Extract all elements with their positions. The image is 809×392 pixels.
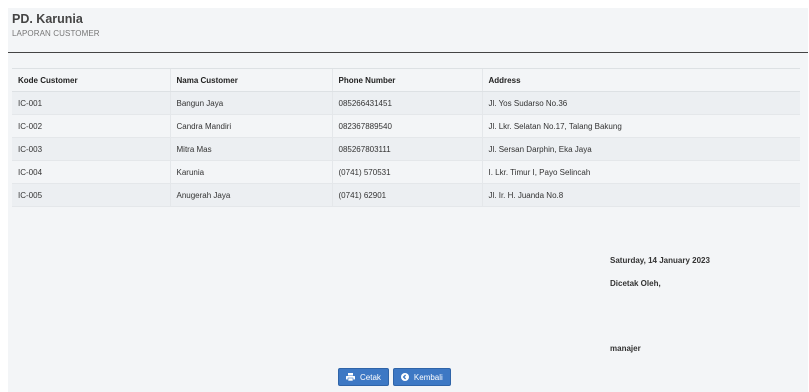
cell-phone: (0741) 62901 xyxy=(331,183,482,207)
cell-phone: (0741) 570531 xyxy=(331,160,482,184)
column-header-kode: Kode Customer xyxy=(12,68,170,92)
printed-by-label: Dicetak Oleh, xyxy=(610,279,661,288)
report-header: PD. Karunia LAPORAN CUSTOMER xyxy=(12,12,100,38)
cell-phone: 082367889540 xyxy=(331,114,482,138)
cell-kode: IC-005 xyxy=(12,183,170,207)
print-icon xyxy=(346,373,355,381)
cell-kode: IC-001 xyxy=(12,91,170,115)
cell-address: Jl. Sersan Darphin, Eka Jaya xyxy=(481,137,800,161)
table-row: IC-003 Mitra Mas 085267803111 Jl. Sersan… xyxy=(12,137,800,161)
cell-phone: 085266431451 xyxy=(331,91,482,115)
cell-nama: Karunia xyxy=(169,160,332,184)
back-button-label: Kembali xyxy=(413,372,443,382)
table-row: IC-002 Candra Mandiri 082367889540 Jl. L… xyxy=(12,114,800,138)
column-header-address: Address xyxy=(481,68,800,92)
back-button[interactable]: Kembali xyxy=(392,368,451,386)
cell-kode: IC-003 xyxy=(12,137,170,161)
report-container: PD. Karunia LAPORAN CUSTOMER Kode Custom… xyxy=(8,8,808,392)
cell-nama: Anugerah Jaya xyxy=(169,183,332,207)
cell-nama: Bangun Jaya xyxy=(169,91,332,115)
action-buttons: Cetak Kembali xyxy=(338,368,451,386)
cell-address: Jl. Lkr. Selatan No.17, Talang Bakung xyxy=(481,114,800,138)
cell-address: Jl. Yos Sudarso No.36 xyxy=(481,91,800,115)
table-row: IC-001 Bangun Jaya 085266431451 Jl. Yos … xyxy=(12,91,800,115)
cell-kode: IC-002 xyxy=(12,114,170,138)
table-row: IC-004 Karunia (0741) 570531 I. Lkr. Tim… xyxy=(12,160,800,184)
print-date: Saturday, 14 January 2023 xyxy=(610,256,710,265)
print-button[interactable]: Cetak xyxy=(338,368,389,386)
column-header-phone: Phone Number xyxy=(331,68,482,92)
company-name: PD. Karunia xyxy=(12,12,83,26)
cell-address: Jl. Ir. H. Juanda No.8 xyxy=(481,183,800,207)
cell-kode: IC-004 xyxy=(12,160,170,184)
arrow-left-circle-icon xyxy=(400,373,409,381)
table-header-row: Kode Customer Nama Customer Phone Number… xyxy=(12,68,800,92)
signer-name: manajer xyxy=(610,344,641,353)
cell-phone: 085267803111 xyxy=(331,137,482,161)
header-divider xyxy=(8,52,808,53)
column-header-nama: Nama Customer xyxy=(169,68,332,92)
table-row: IC-005 Anugerah Jaya (0741) 62901 Jl. Ir… xyxy=(12,183,800,207)
report-subtitle: LAPORAN CUSTOMER xyxy=(12,29,100,38)
cell-address: I. Lkr. Timur I, Payo Selincah xyxy=(481,160,800,184)
customer-table: Kode Customer Nama Customer Phone Number… xyxy=(12,68,800,207)
cell-nama: Mitra Mas xyxy=(169,137,332,161)
print-button-label: Cetak xyxy=(360,372,381,382)
cell-nama: Candra Mandiri xyxy=(169,114,332,138)
